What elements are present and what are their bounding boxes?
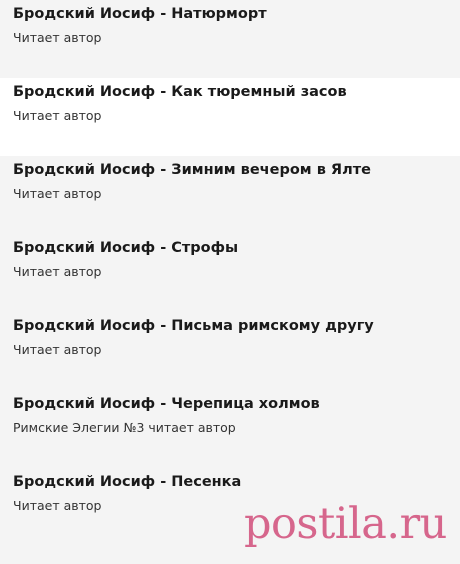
track-title: Бродский Иосиф - Письма римскому другу: [13, 318, 374, 334]
track-title: Бродский Иосиф - Как тюремный засов: [13, 84, 347, 100]
list-item[interactable]: Бродский Иосиф - Строфы Читает автор: [0, 234, 460, 312]
track-title: Бродский Иосиф - Натюрморт: [13, 6, 267, 22]
track-subtitle: Читает автор: [13, 342, 102, 357]
track-title: Бродский Иосиф - Песенка: [13, 474, 242, 490]
track-subtitle: Читает автор: [13, 30, 102, 45]
track-subtitle: Читает автор: [13, 108, 102, 123]
track-subtitle: Римские Элегии №3 читает автор: [13, 420, 236, 435]
watermark: postila.ru: [244, 499, 447, 549]
track-title: Бродский Иосиф - Строфы: [13, 240, 239, 256]
track-subtitle: Читает автор: [13, 264, 102, 279]
list-item[interactable]: Бродский Иосиф - Письма римскому другу Ч…: [0, 312, 460, 390]
track-list: Бродский Иосиф - Натюрморт Читает автор …: [0, 0, 460, 546]
track-subtitle: Читает автор: [13, 186, 102, 201]
track-title: Бродский Иосиф - Зимним вечером в Ялте: [13, 162, 371, 178]
track-title: Бродский Иосиф - Черепица холмов: [13, 396, 320, 412]
list-item-highlighted[interactable]: Бродский Иосиф - Как тюремный засов Чита…: [0, 78, 460, 156]
list-item[interactable]: Бродский Иосиф - Черепица холмов Римские…: [0, 390, 460, 468]
list-item[interactable]: Бродский Иосиф - Натюрморт Читает автор: [0, 0, 460, 78]
list-item[interactable]: Бродский Иосиф - Зимним вечером в Ялте Ч…: [0, 156, 460, 234]
